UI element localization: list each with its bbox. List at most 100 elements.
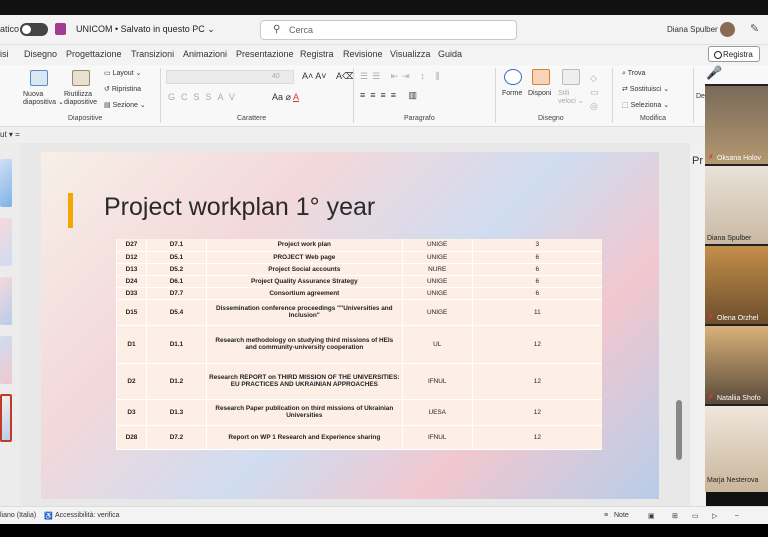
table-row[interactable]: D2 D1.2 Research REPORT on THIRD MISSION O… (116, 363, 602, 400)
notes-icon[interactable]: ≡ (604, 512, 608, 519)
reuse-slides-button[interactable]: Riutilizza diapositive (64, 91, 97, 107)
table-row[interactable]: D1 D1.1 Research methodology on studying t… (116, 325, 602, 364)
menu-bar: isi Disegno Progettazione Transizioni An… (0, 45, 768, 65)
notes-button[interactable]: Note (614, 512, 629, 519)
menu-item-progettazione[interactable]: Progettazione (66, 49, 122, 59)
replace-button[interactable]: ⇄ Sostituisci ⌄ (622, 86, 669, 94)
font-color-icons[interactable]: Aa ⌀ A (272, 93, 299, 102)
participant-tile[interactable]: ✗ Oksana Holov (705, 86, 768, 164)
deliverable-number: D28 (116, 425, 147, 450)
find-label: Trova (627, 70, 646, 77)
deliverable-title: Report on WP 1 Research and Experience s… (205, 425, 403, 450)
search-box[interactable]: ⚲ Cerca (260, 20, 517, 40)
clear-format-icon[interactable]: A⌫ (336, 72, 355, 81)
pen-icon[interactable]: ✎ (750, 22, 759, 35)
table-row[interactable]: D12 D5.1 PROJECT Web page UNIGE 6 (116, 251, 602, 264)
menu-item-transizioni[interactable]: Transizioni (131, 49, 174, 59)
menu-item-revisione[interactable]: Revisione (343, 49, 383, 59)
participant-tile[interactable]: Marja Nesterova (705, 406, 768, 492)
table-row[interactable]: D27 D7.1 Project work plan UNIGE 3 (116, 239, 602, 252)
participant-tile[interactable]: Diana Spulber (705, 166, 768, 244)
slide-thumbnail[interactable] (0, 159, 12, 207)
slide-thumbnail-selected[interactable] (0, 394, 12, 442)
deliverable-number: D27 (116, 239, 147, 252)
font-grow-shrink[interactable]: A˄ A˅ (302, 72, 327, 81)
deliverable-number: D2 (116, 363, 147, 400)
slide-thumbnail[interactable] (0, 277, 12, 325)
menu-item-animazioni[interactable]: Animazioni (183, 49, 227, 59)
autosave-toggle[interactable] (20, 23, 48, 36)
reuse-slides-icon[interactable] (72, 70, 90, 86)
language-status[interactable]: liano (Italia) (0, 512, 36, 519)
reading-view-icon[interactable]: ▭ (692, 512, 699, 520)
participant-name: Diana Spulber (707, 235, 752, 242)
text-format-buttons[interactable]: GCSSAV (168, 93, 241, 102)
shape-fill-icons[interactable]: ◇ ▭ ◎ (590, 71, 599, 113)
menu-item-registra[interactable]: Registra (300, 49, 334, 59)
dictate-button[interactable]: De (696, 93, 705, 101)
due-month: 12 (471, 363, 602, 400)
participant-tile[interactable]: ✗ Olena Orzhel (705, 246, 768, 324)
participant-name: Marja Nesterova (707, 477, 759, 484)
menu-item-visualizza[interactable]: Visualizza (390, 49, 430, 59)
menu-item-guida[interactable]: Guida (438, 49, 462, 59)
reset-button[interactable]: ↺ Ripristina (104, 86, 141, 94)
record-button[interactable]: Registra (708, 46, 760, 62)
deliverable-code: D6.1 (145, 275, 207, 288)
document-title[interactable]: UNICOM • Salvato in questo PC ⌄ (76, 24, 215, 35)
avatar[interactable] (720, 22, 735, 37)
find-button[interactable]: ⌕ Trova (622, 70, 645, 78)
normal-view-icon[interactable]: ▣ (648, 512, 655, 520)
workplan-table[interactable]: D27 D7.1 Project work plan UNIGE 3 D12 D5.1 PRO… (116, 239, 602, 450)
slide-thumbnail[interactable] (0, 218, 12, 266)
accessibility-icon[interactable]: ♿ (44, 512, 53, 520)
quick-styles-button[interactable]: Stili veloci ⌄ (558, 90, 584, 106)
accessibility-status[interactable]: Accessibilità: verifica (55, 512, 120, 519)
menu-item-presentazione[interactable]: Presentazione (236, 49, 294, 59)
quick-styles-icon[interactable] (562, 69, 580, 85)
layout-button[interactable]: ▭ Layout ⌄ (104, 70, 141, 78)
microphone-icon[interactable]: 🎤 (706, 66, 722, 79)
list-buttons[interactable]: ☰☰ ⇤⇥ ↕ ⫼ (360, 72, 443, 81)
participant-tile[interactable]: ✗ Nataliia Shofo (705, 326, 768, 404)
deliverable-code: D1.2 (145, 363, 207, 400)
table-row[interactable]: D3 D1.3 Research Paper publication on thir… (116, 399, 602, 426)
mic-muted-icon: ✗ (708, 314, 714, 321)
quick-access-text[interactable]: ut ▾ = (0, 130, 20, 139)
menu-item-file[interactable]: isi (0, 49, 9, 59)
zoom-out-icon[interactable]: – (735, 512, 739, 519)
shapes-button[interactable]: Forme (502, 90, 522, 98)
taskbar (0, 524, 768, 537)
slide-thumbnail[interactable] (0, 336, 12, 384)
section-button[interactable]: ▤ Sezione ⌄ (104, 102, 146, 110)
table-row[interactable]: D15 D5.4 Dissemination conference proceedi… (116, 299, 602, 326)
table-row[interactable]: D24 D6.1 Project Quality Assurance Strateg… (116, 275, 602, 288)
select-button[interactable]: ⬚ Seleziona ⌄ (622, 102, 669, 110)
slide-title[interactable]: Project workplan 1° year (104, 193, 375, 222)
powerpoint-window: atico UNICOM • Salvato in questo PC ⌄ ⚲ … (0, 0, 768, 537)
shapes-icon[interactable] (504, 69, 522, 85)
divider (160, 68, 161, 123)
deliverable-code: D1.3 (145, 399, 207, 426)
deliverable-number: D13 (116, 263, 147, 276)
font-size-select[interactable]: 40 (272, 73, 280, 81)
table-row[interactable]: D13 D5.2 Project Social accounts NURE 6 (116, 263, 602, 276)
new-slide-button[interactable]: Nuova diapositiva ⌄ (23, 91, 64, 107)
slideshow-icon[interactable]: ▷ (712, 512, 717, 520)
menu-item-disegno[interactable]: Disegno (24, 49, 57, 59)
deliverable-code: D5.1 (145, 251, 207, 264)
due-month: 12 (471, 325, 602, 364)
vertical-scrollbar[interactable] (676, 400, 682, 460)
group-label-modifica: Modifica (640, 115, 667, 122)
slide-sorter-icon[interactable]: ⊞ (672, 512, 678, 520)
new-slide-icon[interactable] (30, 70, 48, 86)
section-label: Sezione ⌄ (112, 102, 146, 109)
deliverable-number: D12 (116, 251, 147, 264)
table-row[interactable]: D33 D7.7 Consortium agreement UNIGE 6 (116, 287, 602, 300)
group-label-disegno: Disegno (538, 115, 564, 122)
align-buttons[interactable]: ≡≡≡≡ ▥ (360, 91, 422, 100)
table-row[interactable]: D28 D7.2 Report on WP 1 Research and Exper… (116, 425, 602, 450)
arrange-button[interactable]: Disponi (528, 90, 551, 98)
arrange-icon[interactable] (532, 69, 550, 85)
save-icon[interactable] (55, 23, 66, 35)
